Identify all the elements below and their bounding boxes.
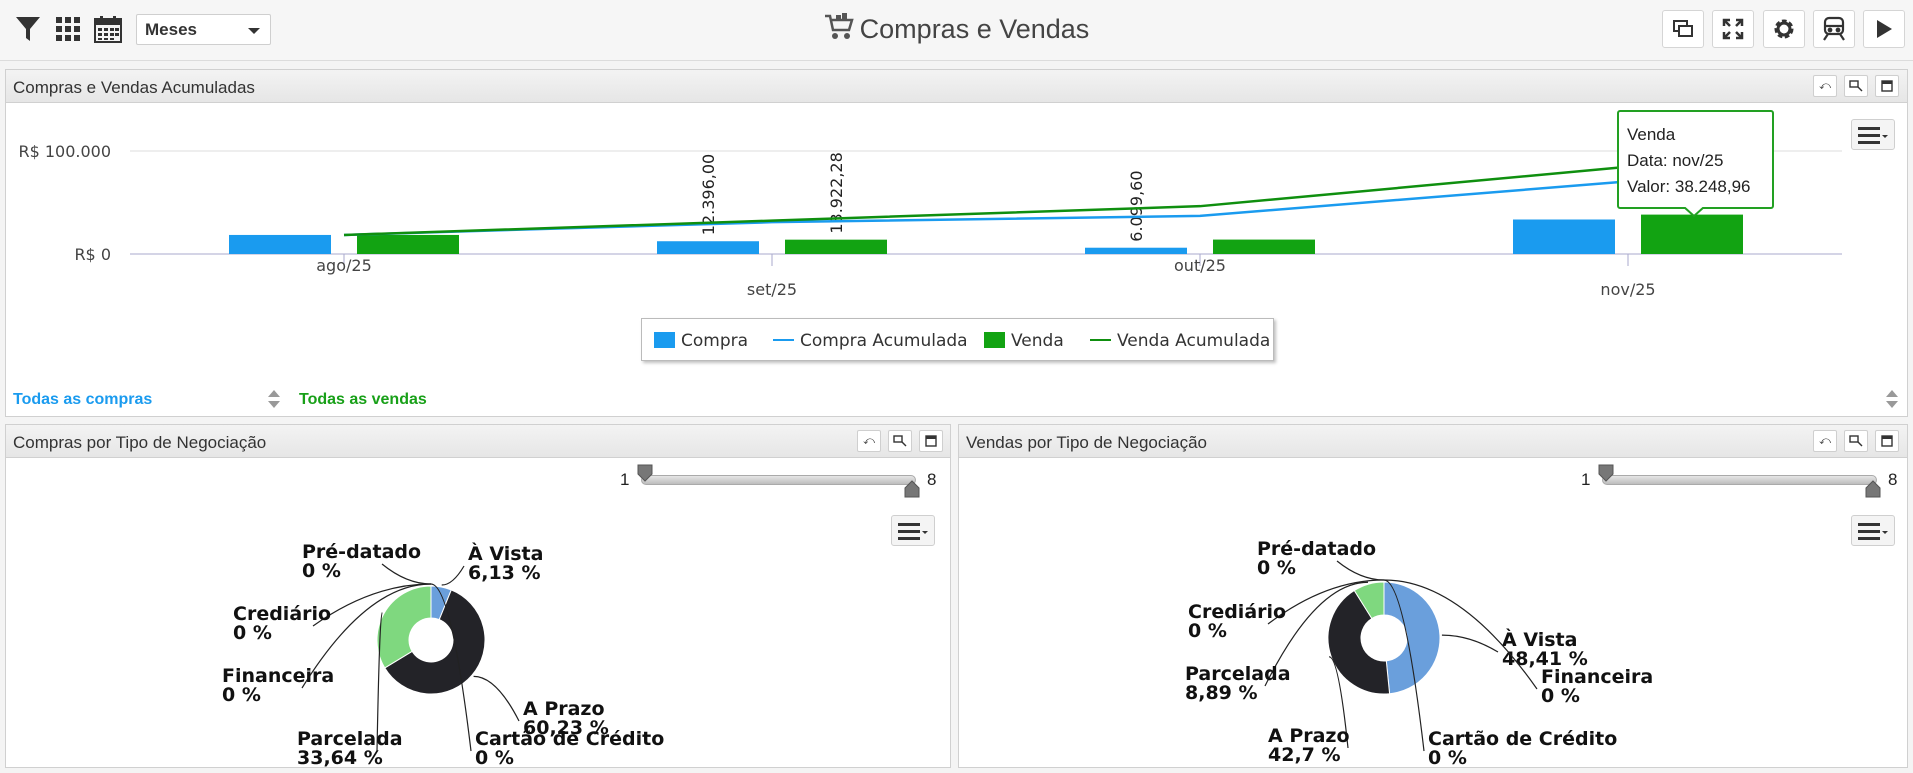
scroll-arrows-icon[interactable] [1885,388,1899,410]
hamburger-icon [898,522,928,540]
maximize-icon[interactable] [1875,75,1899,97]
slider-min-label: 1 [1581,470,1591,489]
panel-title: Compras e Vendas Acumuladas [13,78,255,97]
chart-menu-button[interactable] [1851,515,1895,546]
slider-handle-min[interactable] [1598,464,1614,482]
gear-icon [1774,19,1794,39]
tooltip-value: Valor: 38.248,96 [1627,177,1751,196]
page-title: Compras e Vendas [0,13,1913,48]
legend-item-compra-acumulada[interactable]: Compra Acumulada [773,331,968,351]
top-toolbar: Meses Compras e Vendas [0,0,1913,61]
legend-swatch [1090,339,1111,341]
play-button[interactable] [1863,10,1905,48]
legend-label: Compra Acumulada [800,331,968,351]
chart-menu-button[interactable] [1851,119,1895,150]
tooltip-date: Data: nov/25 [1627,151,1724,170]
slider-min-label: 1 [620,470,630,489]
legend-item-venda-acumulada[interactable]: Venda Acumulada [1090,331,1270,351]
slider-track[interactable] [1602,475,1877,485]
windows-button[interactable] [1662,10,1704,48]
chart-legend: Compra Compra Acumulada Venda Venda Acum… [641,318,1274,361]
legend-label: Compra [681,331,749,351]
slider-track[interactable] [641,475,916,485]
page-title-text: Compras e Vendas [859,14,1090,44]
panel-header: Compras por Tipo de Negociação ⤺ [6,425,950,458]
chart-tooltip: Venda Data: nov/25 Valor: 38.248,96 [1617,110,1774,209]
collapse-icon[interactable] [888,430,912,452]
slider-handle-max[interactable] [1865,480,1881,498]
play-icon [1877,20,1892,38]
collapse-icon[interactable] [1844,430,1868,452]
panel-header: Compras e Vendas Acumuladas ⤺ [6,70,1907,103]
panel-header: Vendas por Tipo de Negociação ⤺ [959,425,1907,458]
slider-handle-min[interactable] [637,464,653,482]
link-todas-vendas[interactable]: Todas as vendas [299,391,427,409]
maximize-icon[interactable] [919,430,943,452]
slider-max-label: 8 [1888,470,1898,489]
hamburger-icon [1858,522,1888,540]
tooltip-pointer [1684,207,1704,217]
restore-icon[interactable]: ⤺ [1813,430,1837,452]
slider-handle-max[interactable] [904,480,920,498]
settings-button[interactable] [1763,10,1805,48]
fullscreen-button[interactable] [1712,10,1754,48]
fullscreen-icon [1722,18,1744,40]
panel-title: Compras por Tipo de Negociação [13,433,267,452]
legend-label: Venda Acumulada [1117,331,1271,351]
panel-title: Vendas por Tipo de Negociação [966,433,1208,452]
legend-swatch [773,339,794,341]
tooltip-series: Venda [1627,125,1676,144]
legend-label: Venda [1011,331,1064,351]
hamburger-icon [1858,126,1888,144]
chart-menu-button[interactable] [891,515,935,546]
maximize-icon[interactable] [1875,430,1899,452]
legend-swatch [654,332,675,348]
restore-icon[interactable]: ⤺ [857,430,881,452]
collapse-icon[interactable] [1844,75,1868,97]
cart-icon [824,13,854,48]
restore-icon[interactable]: ⤺ [1813,75,1837,97]
slider-max-label: 8 [927,470,937,489]
train-icon [1823,16,1845,41]
scroll-arrows-icon[interactable] [267,388,281,410]
legend-item-venda[interactable]: Venda [984,331,1064,351]
link-todas-compras[interactable]: Todas as compras [13,391,152,409]
legend-item-compra[interactable]: Compra [654,331,748,351]
train-button[interactable] [1813,10,1855,48]
windows-icon [1673,20,1693,37]
legend-swatch [984,332,1005,348]
